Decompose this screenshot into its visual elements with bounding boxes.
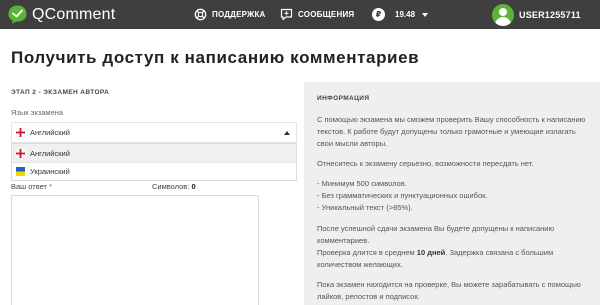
info-paragraph: Пока экзамен находится на проверке, Вы м…: [317, 280, 581, 301]
language-option-label: Украинский: [30, 167, 70, 176]
language-label: Язык экзамена: [11, 108, 64, 117]
char-count-value: 0: [191, 182, 196, 191]
page-title: Получить доступ к написанию комментариев: [11, 48, 420, 67]
answer-textarea[interactable]: [11, 195, 259, 305]
info-heading: ИНФОРМАЦИЯ: [317, 95, 370, 102]
language-option-english[interactable]: Английский: [12, 144, 296, 162]
required-mark: *: [49, 182, 52, 191]
review-duration: 10 дней: [416, 248, 446, 257]
answer-label: Ваш ответ *: [11, 182, 52, 191]
requirement-item: - Минимум 500 символов.: [317, 179, 407, 188]
language-option-label: Английский: [30, 148, 70, 158]
nav-support-label: ПОДДЕРЖКА: [212, 10, 266, 19]
nav-messages-link[interactable]: СООБЩЕНИЯ: [279, 0, 354, 29]
user-menu[interactable]: USER1255711: [492, 2, 581, 27]
requirement-item: - Уникальный текст (>85%).: [317, 203, 413, 212]
uk-flag-icon: [16, 148, 25, 158]
nav-support-link[interactable]: ПОДДЕРЖКА: [193, 0, 266, 29]
brand-logo[interactable]: QComment: [7, 4, 115, 25]
brand-name: QComment: [32, 5, 116, 23]
info-panel: ИНФОРМАЦИЯ С помощью экзамена мы сможем …: [304, 82, 600, 305]
top-navbar: QComment ПОДДЕРЖКА СООБЩЕНИЯ ₽ 19.48 USE…: [0, 0, 600, 29]
step-title: ЭТАП 2 - ЭКЗАМЕН АВТОРА: [11, 89, 110, 96]
ruble-coin-icon: ₽: [372, 8, 385, 21]
caret-up-icon: [284, 131, 290, 135]
balance-dropdown[interactable]: ₽ 19.48: [372, 0, 429, 29]
language-option-ukrainian[interactable]: Украинский: [12, 162, 296, 180]
ukraine-flag-icon: [16, 167, 25, 176]
chevron-down-icon: [422, 12, 429, 17]
info-paragraph: Отнеситесь к экзамену серьезно, возможно…: [317, 159, 534, 168]
language-select[interactable]: Английский: [11, 122, 297, 143]
language-selected-value: Английский: [30, 128, 70, 137]
info-paragraph: С помощью экзамена мы сможем проверить В…: [317, 115, 586, 148]
requirement-item: - Без грамматических и пунктуационных ош…: [317, 191, 488, 200]
avatar-icon: [492, 3, 514, 26]
uk-flag-icon: [16, 128, 25, 137]
language-dropdown-list: Английский Украинский: [11, 143, 297, 181]
requirements-list: - Минимум 500 символов. - Без грамматиче…: [317, 178, 589, 214]
balance-value: 19.48: [395, 10, 416, 19]
nav-messages-label: СООБЩЕНИЯ: [298, 10, 355, 19]
qcomment-logo-icon: [8, 5, 27, 24]
info-paragraph: После успешной сдачи экзамена Вы будете …: [317, 224, 555, 269]
char-counter: Символов: 0: [152, 182, 196, 191]
username: USER1255711: [519, 9, 581, 20]
support-icon: [193, 8, 207, 22]
messages-icon: [279, 8, 293, 22]
